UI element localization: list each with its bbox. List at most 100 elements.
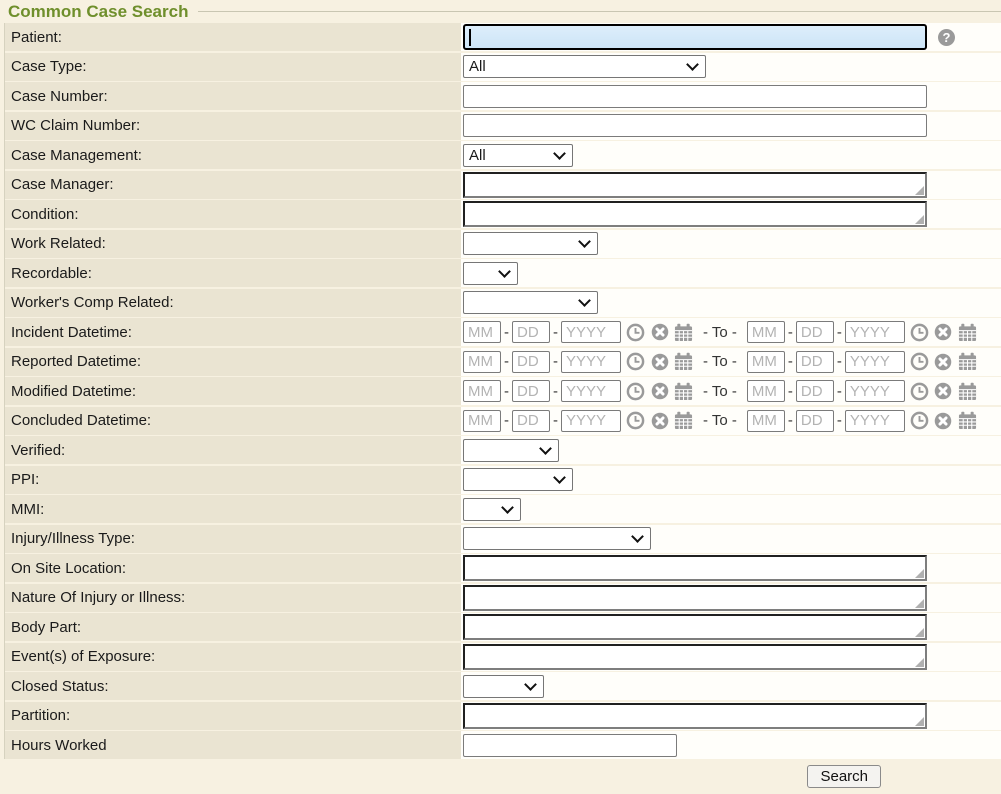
clock-icon[interactable] — [910, 411, 929, 430]
reported-datetime-from-month-input[interactable] — [463, 351, 501, 373]
mmi-select[interactable] — [463, 498, 521, 521]
case-type-select[interactable]: All — [463, 55, 706, 78]
resize-grip-icon[interactable] — [915, 628, 924, 637]
workers-comp-related-select[interactable] — [463, 291, 598, 314]
case-management-select-value: All — [469, 147, 486, 164]
calendar-icon[interactable] — [958, 411, 977, 430]
concluded-datetime-from-year-input[interactable] — [561, 410, 621, 432]
modified-datetime-to-day-input[interactable] — [796, 380, 834, 402]
reported-datetime-from-day-input[interactable] — [512, 351, 550, 373]
condition-textarea[interactable] — [463, 201, 927, 227]
resize-grip-icon[interactable] — [915, 599, 924, 608]
partition-textarea[interactable] — [463, 703, 927, 729]
range-to-label: - To - — [703, 412, 737, 429]
form-row-incident-datetime: Incident Datetime:--- To --- — [5, 318, 1001, 346]
modified-datetime-from-day-input[interactable] — [512, 380, 550, 402]
resize-grip-icon[interactable] — [915, 215, 924, 224]
calendar-icon[interactable] — [674, 323, 693, 342]
clear-icon[interactable] — [650, 323, 669, 342]
clear-icon[interactable] — [934, 323, 953, 342]
modified-datetime-to-month-input[interactable] — [747, 380, 785, 402]
reported-datetime-label: Reported Datetime: — [11, 353, 141, 370]
incident-datetime-from-year-input[interactable] — [561, 321, 621, 343]
calendar-icon[interactable] — [674, 352, 693, 371]
case-number-input[interactable] — [463, 85, 927, 108]
patient-input[interactable] — [463, 24, 927, 50]
clock-icon[interactable] — [626, 382, 645, 401]
hours-worked-input[interactable] — [463, 734, 677, 757]
case-management-select[interactable]: All — [463, 144, 573, 167]
ppi-select[interactable] — [463, 468, 573, 491]
clock-icon[interactable] — [910, 352, 929, 371]
incident-datetime-to-month-input[interactable] — [747, 321, 785, 343]
on-site-location-value-cell — [461, 554, 1001, 582]
reported-datetime-from-year-input[interactable] — [561, 351, 621, 373]
on-site-location-textarea[interactable] — [463, 555, 927, 581]
patient-label-cell: Patient: — [5, 23, 461, 51]
nature-of-injury-textarea[interactable] — [463, 585, 927, 611]
incident-datetime-to-year-input[interactable] — [845, 321, 905, 343]
date-separator: - — [788, 353, 793, 370]
resize-grip-icon[interactable] — [915, 186, 924, 195]
case-manager-textarea[interactable] — [463, 172, 927, 198]
verified-select[interactable] — [463, 439, 559, 462]
calendar-icon[interactable] — [958, 323, 977, 342]
calendar-icon[interactable] — [958, 382, 977, 401]
resize-grip-icon[interactable] — [915, 569, 924, 578]
clear-icon[interactable] — [650, 352, 669, 371]
modified-datetime-from-month-input[interactable] — [463, 380, 501, 402]
concluded-datetime-from-day-input[interactable] — [512, 410, 550, 432]
incident-datetime-from-month-input[interactable] — [463, 321, 501, 343]
recordable-label: Recordable: — [11, 265, 92, 282]
clock-icon[interactable] — [910, 382, 929, 401]
injury-illness-type-label-cell: Injury/Illness Type: — [5, 525, 461, 553]
clear-icon[interactable] — [650, 411, 669, 430]
help-icon[interactable]: ? — [938, 29, 955, 46]
resize-grip-icon[interactable] — [915, 717, 924, 726]
events-of-exposure-textarea[interactable] — [463, 644, 927, 670]
incident-datetime-from-day-input[interactable] — [512, 321, 550, 343]
calendar-icon[interactable] — [958, 352, 977, 371]
concluded-datetime-to-year-input[interactable] — [845, 410, 905, 432]
clear-icon[interactable] — [934, 382, 953, 401]
wc-claim-number-input[interactable] — [463, 114, 927, 137]
work-related-select[interactable] — [463, 232, 598, 255]
resize-grip-icon[interactable] — [915, 658, 924, 667]
form-row-case-manager: Case Manager: — [5, 171, 1001, 199]
condition-value-cell — [461, 200, 1001, 228]
body-part-textarea[interactable] — [463, 614, 927, 640]
range-to-label: - To - — [703, 383, 737, 400]
modified-datetime-from-year-input[interactable] — [561, 380, 621, 402]
form-row-on-site-location: On Site Location: — [5, 554, 1001, 582]
clock-icon[interactable] — [910, 323, 929, 342]
concluded-datetime-to-day-input[interactable] — [796, 410, 834, 432]
clear-icon[interactable] — [934, 411, 953, 430]
search-button[interactable]: Search — [807, 765, 881, 788]
modified-datetime-to-year-input[interactable] — [845, 380, 905, 402]
concluded-datetime-from-month-input[interactable] — [463, 410, 501, 432]
clock-icon[interactable] — [626, 352, 645, 371]
closed-status-select[interactable] — [463, 675, 544, 698]
chevron-down-icon — [578, 294, 591, 307]
incident-datetime-to-day-input[interactable] — [796, 321, 834, 343]
on-site-location-label: On Site Location: — [11, 560, 126, 577]
calendar-icon[interactable] — [674, 411, 693, 430]
modified-datetime-label: Modified Datetime: — [11, 383, 136, 400]
clock-icon[interactable] — [626, 411, 645, 430]
form-row-reported-datetime: Reported Datetime:--- To --- — [5, 348, 1001, 376]
recordable-select[interactable] — [463, 262, 518, 285]
patient-label: Patient: — [11, 29, 62, 46]
concluded-datetime-to-month-input[interactable] — [747, 410, 785, 432]
clock-icon[interactable] — [626, 323, 645, 342]
reported-datetime-to-year-input[interactable] — [845, 351, 905, 373]
reported-datetime-to-month-input[interactable] — [747, 351, 785, 373]
date-separator: - — [837, 412, 842, 429]
date-separator: - — [788, 383, 793, 400]
form-rows: Patient:?Case Type:AllCase Number:WC Cla… — [4, 23, 1001, 759]
reported-datetime-to-day-input[interactable] — [796, 351, 834, 373]
clear-icon[interactable] — [934, 352, 953, 371]
calendar-icon[interactable] — [674, 382, 693, 401]
clear-icon[interactable] — [650, 382, 669, 401]
legend-divider — [198, 11, 1001, 12]
injury-illness-type-select[interactable] — [463, 527, 651, 550]
